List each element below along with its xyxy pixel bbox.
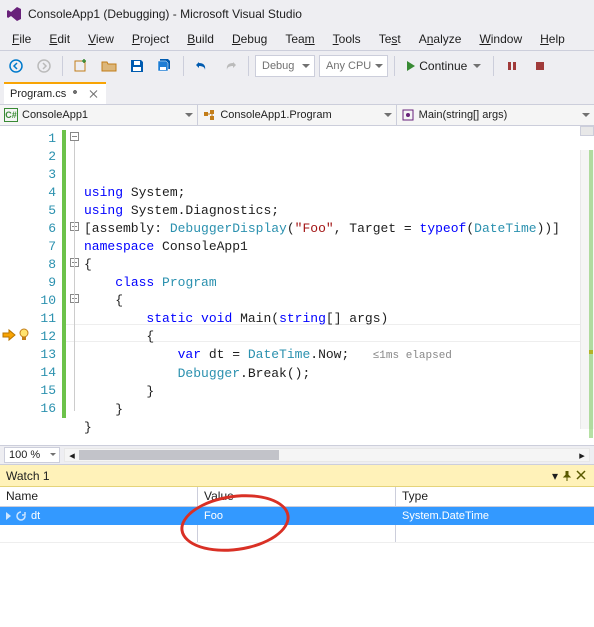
- scroll-left-icon[interactable]: ◂: [65, 449, 79, 461]
- play-icon: [407, 61, 415, 71]
- csharp-icon: C#: [4, 108, 18, 122]
- tab-label: Program.cs: [10, 88, 66, 100]
- code-navbar: C# ConsoleApp1 ConsoleApp1.Program Main(…: [0, 104, 594, 126]
- nav-project-label: ConsoleApp1: [22, 109, 88, 121]
- nav-method-dropdown[interactable]: Main(string[] args): [397, 105, 594, 125]
- break-all-button[interactable]: [500, 54, 524, 78]
- col-type[interactable]: Type: [396, 487, 594, 506]
- toolbar: Debug Any CPU Continue: [0, 50, 594, 80]
- menu-view[interactable]: View: [80, 30, 122, 48]
- platform-dropdown[interactable]: Any CPU: [319, 55, 388, 77]
- scroll-right-icon[interactable]: ▸: [575, 449, 589, 461]
- vertical-scrollbar[interactable]: [580, 150, 594, 429]
- refresh-icon[interactable]: [15, 510, 27, 522]
- watch-value: Foo: [204, 510, 223, 522]
- menu-edit[interactable]: Edit: [41, 30, 78, 48]
- menu-tools[interactable]: Tools: [325, 30, 369, 48]
- glyph-margin[interactable]: [0, 126, 20, 445]
- open-file-button[interactable]: [97, 54, 121, 78]
- outlining-margin[interactable]: [70, 130, 80, 418]
- separator: [248, 56, 249, 76]
- watch-window: Watch 1 ▾ Name Value Type dt Foo System.…: [0, 464, 594, 627]
- zoom-dropdown[interactable]: 100 %: [4, 447, 60, 463]
- change-indicator: [62, 130, 66, 418]
- class-icon: [202, 108, 216, 122]
- menu-file[interactable]: File: [4, 30, 39, 48]
- watch-empty-row[interactable]: [0, 525, 594, 543]
- horizontal-scrollbar[interactable]: ◂ ▸: [64, 448, 590, 462]
- menu-debug[interactable]: Debug: [224, 30, 275, 48]
- separator: [394, 56, 395, 76]
- undo-button[interactable]: [190, 54, 214, 78]
- tab-program-cs[interactable]: Program.cs: [4, 82, 106, 104]
- document-tabs: Program.cs: [0, 80, 594, 104]
- redo-button[interactable]: [218, 54, 242, 78]
- menu-analyze[interactable]: Analyze: [411, 30, 470, 48]
- method-icon: [401, 108, 415, 122]
- menu-window[interactable]: Window: [471, 30, 530, 48]
- code-area[interactable]: using System;using System.Diagnostics;[a…: [62, 126, 594, 445]
- close-icon[interactable]: [576, 470, 588, 482]
- expand-icon[interactable]: [6, 512, 11, 520]
- code-editor[interactable]: 12345678910111213141516 using System;usi…: [0, 126, 594, 446]
- line-numbers: 12345678910111213141516: [20, 126, 62, 445]
- watch-grid[interactable]: dt Foo System.DateTime: [0, 507, 594, 627]
- close-icon[interactable]: [88, 88, 100, 100]
- nav-class-label: ConsoleApp1.Program: [220, 109, 331, 121]
- nav-forward-button[interactable]: [32, 54, 56, 78]
- menu-project[interactable]: Project: [124, 30, 177, 48]
- config-label: Debug: [262, 60, 294, 72]
- watch-titlebar[interactable]: Watch 1 ▾: [0, 465, 594, 487]
- zoom-label: 100 %: [9, 449, 40, 461]
- window-position-icon[interactable]: ▾: [552, 469, 558, 483]
- menu-team[interactable]: Team: [277, 30, 322, 48]
- new-project-button[interactable]: [69, 54, 93, 78]
- continue-label: Continue: [419, 59, 467, 73]
- chevron-down-icon: [473, 64, 481, 72]
- watch-header: Name Value Type: [0, 487, 594, 507]
- pin-icon[interactable]: [562, 471, 572, 481]
- menu-test[interactable]: Test: [371, 30, 409, 48]
- menu-help[interactable]: Help: [532, 30, 573, 48]
- fold-toggle[interactable]: [70, 132, 79, 141]
- watch-row[interactable]: dt Foo System.DateTime: [0, 507, 594, 525]
- scrollbar-thumb[interactable]: [79, 450, 279, 460]
- window-title: ConsoleApp1 (Debugging) - Microsoft Visu…: [28, 7, 302, 21]
- menu-build[interactable]: Build: [179, 30, 222, 48]
- platform-label: Any CPU: [326, 60, 371, 72]
- save-all-button[interactable]: [153, 54, 177, 78]
- watch-title-label: Watch 1: [6, 469, 50, 483]
- nav-method-label: Main(string[] args): [419, 109, 508, 121]
- menubar: File Edit View Project Build Debug Team …: [0, 28, 594, 50]
- current-statement-icon: [2, 328, 16, 342]
- config-dropdown[interactable]: Debug: [255, 55, 315, 77]
- watch-type: System.DateTime: [402, 510, 489, 522]
- stop-button[interactable]: [528, 54, 552, 78]
- watch-name: dt: [31, 510, 40, 522]
- col-value[interactable]: Value: [198, 487, 396, 506]
- continue-button[interactable]: Continue: [401, 55, 487, 77]
- nav-back-button[interactable]: [4, 54, 28, 78]
- nav-project-dropdown[interactable]: C# ConsoleApp1: [0, 105, 198, 125]
- save-button[interactable]: [125, 54, 149, 78]
- pin-icon[interactable]: [72, 89, 82, 99]
- editor-status-bar: 100 % ◂ ▸: [0, 446, 594, 464]
- nav-class-dropdown[interactable]: ConsoleApp1.Program: [198, 105, 396, 125]
- separator: [62, 56, 63, 76]
- vs-icon: [6, 6, 22, 22]
- titlebar: ConsoleApp1 (Debugging) - Microsoft Visu…: [0, 0, 594, 28]
- separator: [493, 56, 494, 76]
- col-name[interactable]: Name: [0, 487, 198, 506]
- separator: [183, 56, 184, 76]
